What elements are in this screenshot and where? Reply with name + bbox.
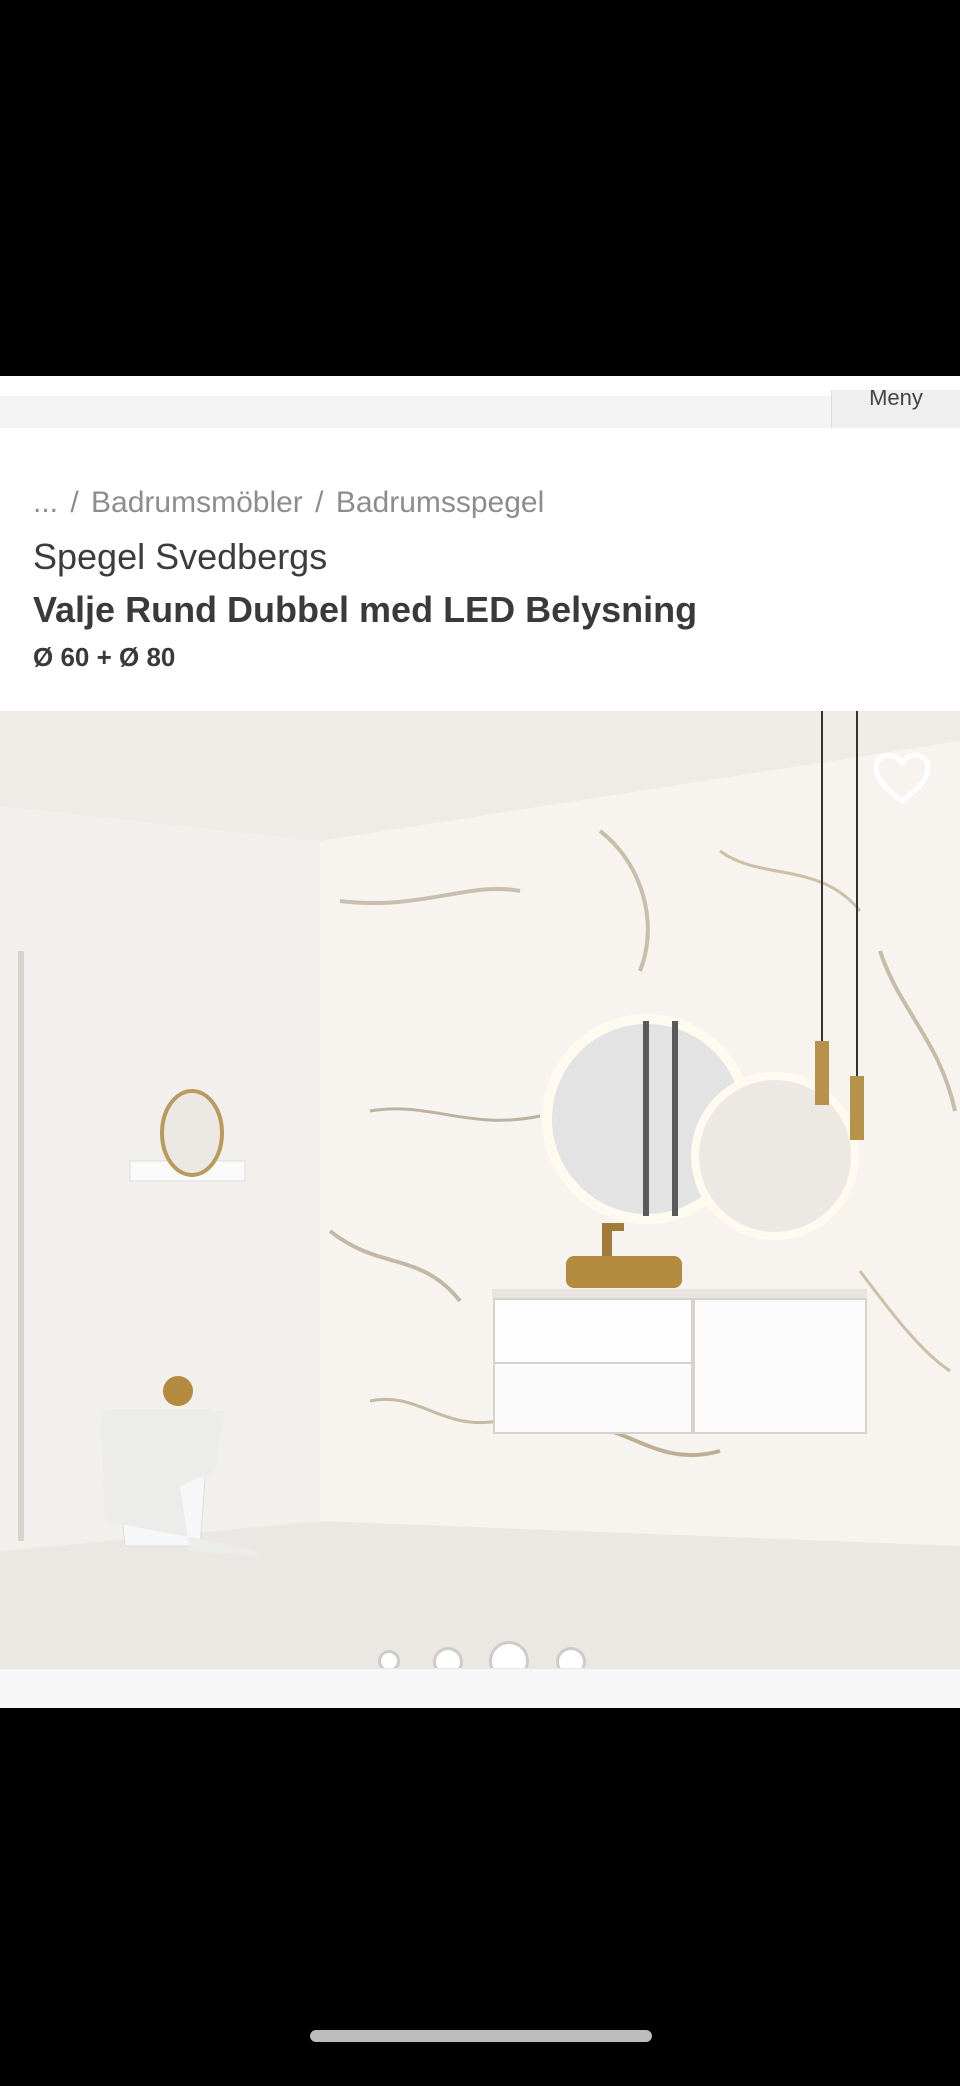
page-content-strip bbox=[0, 1668, 960, 1708]
bottom-area bbox=[0, 1708, 960, 2086]
breadcrumb-ellipsis[interactable]: ... bbox=[33, 486, 58, 519]
breadcrumb-badrumsspegel[interactable]: Badrumsspegel bbox=[336, 486, 544, 519]
favorite-button[interactable] bbox=[872, 751, 932, 807]
home-indicator[interactable] bbox=[310, 2030, 652, 2042]
breadcrumb: ... / Badrumsmöbler / Badrumsspegel bbox=[33, 486, 548, 520]
product-brand-line: Spegel Svedbergs bbox=[33, 536, 328, 577]
gallery-dot-4[interactable] bbox=[559, 1650, 583, 1668]
gallery-pagination bbox=[0, 1641, 960, 1668]
gallery-dot-2[interactable] bbox=[436, 1650, 460, 1668]
breadcrumb-separator: / bbox=[70, 486, 79, 519]
product-page: Meny ... / Badrumsmöbler / Badrumsspegel… bbox=[0, 376, 960, 1708]
heart-outline-icon bbox=[873, 752, 931, 804]
breadcrumb-badrumsmobler[interactable]: Badrumsmöbler bbox=[91, 486, 303, 519]
bathroom-product-image bbox=[0, 711, 960, 1668]
menu-label: Meny bbox=[869, 390, 923, 410]
product-title: Valje Rund Dubbel med LED Belysning bbox=[33, 589, 698, 630]
gallery-dot-3-active[interactable] bbox=[492, 1644, 526, 1668]
menu-button[interactable]: Meny bbox=[831, 390, 960, 428]
status-area bbox=[0, 0, 960, 376]
product-sizes: Ø 60 + Ø 80 bbox=[33, 642, 176, 672]
product-image-gallery[interactable] bbox=[0, 711, 960, 1668]
gallery-dot-1[interactable] bbox=[381, 1653, 397, 1668]
breadcrumb-separator: / bbox=[315, 486, 324, 519]
site-header bbox=[0, 396, 960, 428]
